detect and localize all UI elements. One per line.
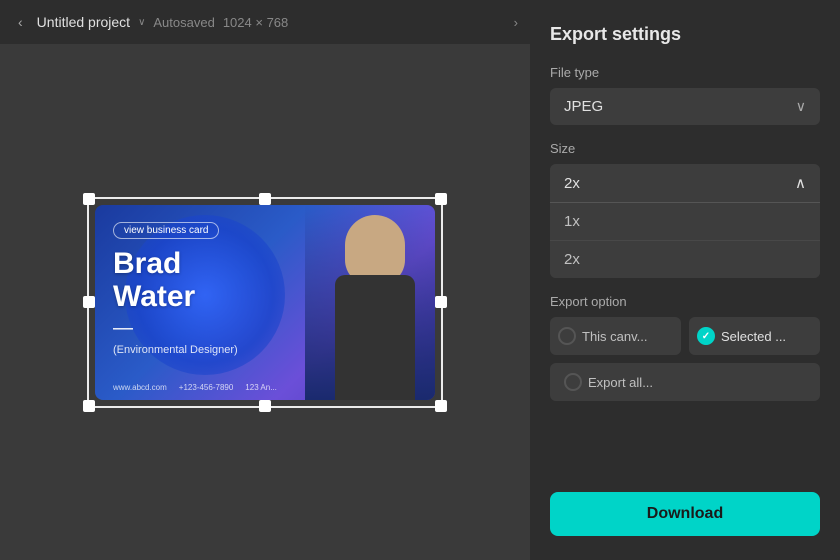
- card-phone: +123-456-7890: [179, 383, 234, 392]
- size-dropdown[interactable]: 2x ∧ 1x 2x: [550, 164, 820, 278]
- size-options-list: 1x 2x: [550, 202, 820, 278]
- panel-title: Export settings: [550, 24, 820, 45]
- handle-top-right[interactable]: [435, 193, 447, 205]
- card-text-area: view business card Brad Water — (Environ…: [113, 220, 238, 356]
- file-type-chevron-icon: ∨: [796, 98, 806, 115]
- person-silhouette: [315, 215, 435, 400]
- forward-button[interactable]: ›: [514, 15, 518, 30]
- selected-label: Selected ...: [721, 329, 786, 344]
- export-options-grid: This canv... Selected ...: [550, 317, 820, 355]
- download-button[interactable]: Download: [550, 492, 820, 536]
- size-selected-row[interactable]: 2x ∧: [550, 164, 820, 202]
- handle-top-middle[interactable]: [259, 193, 271, 205]
- this-canvas-button[interactable]: This canv...: [550, 317, 681, 355]
- card-name-line1: Brad Water: [113, 247, 238, 313]
- canvas-area: ‹ Untitled project ∨ Autosaved 1024 × 76…: [0, 0, 530, 560]
- size-current-value: 2x: [564, 175, 580, 192]
- top-bar: ‹ Untitled project ∨ Autosaved 1024 × 76…: [0, 0, 530, 44]
- project-title: Untitled project: [37, 14, 130, 30]
- person-body: [335, 275, 415, 400]
- handle-bottom-middle[interactable]: [259, 400, 271, 412]
- this-canvas-check: [558, 327, 576, 345]
- card-dash: —: [113, 317, 238, 340]
- export-option-label: Export option: [550, 294, 820, 309]
- card-address: 123 An...: [245, 383, 277, 392]
- card-tag: view business card: [113, 222, 219, 239]
- card-subtitle: (Environmental Designer): [113, 344, 238, 356]
- file-type-dropdown[interactable]: JPEG ∨: [550, 88, 820, 125]
- selected-check: [697, 327, 715, 345]
- card-wrapper[interactable]: view business card Brad Water — (Environ…: [95, 205, 435, 400]
- export-all-label: Export all...: [588, 375, 653, 390]
- canvas-content: view business card Brad Water — (Environ…: [0, 44, 530, 560]
- card-footer: www.abcd.com +123-456-7890 123 An...: [113, 383, 425, 392]
- resolution-label: 1024 × 768: [223, 15, 288, 30]
- handle-bottom-right[interactable]: [435, 400, 447, 412]
- autosaved-label: Autosaved: [153, 15, 214, 30]
- handle-top-left[interactable]: [83, 193, 95, 205]
- handle-middle-right[interactable]: [435, 296, 447, 308]
- handle-middle-left[interactable]: [83, 296, 95, 308]
- size-label: Size: [550, 141, 820, 156]
- this-canvas-label: This canv...: [582, 329, 648, 344]
- handle-bottom-left[interactable]: [83, 400, 95, 412]
- size-chevron-icon: ∧: [795, 174, 806, 192]
- file-type-label: File type: [550, 65, 820, 80]
- card-person-area: [305, 205, 435, 400]
- size-option-1x[interactable]: 1x: [550, 203, 820, 240]
- size-option-2x[interactable]: 2x: [550, 240, 820, 278]
- selected-button[interactable]: Selected ...: [689, 317, 820, 355]
- export-panel: Export settings File type JPEG ∨ Size 2x…: [530, 0, 840, 560]
- card-website: www.abcd.com: [113, 383, 167, 392]
- export-all-check: [564, 373, 582, 391]
- business-card: view business card Brad Water — (Environ…: [95, 205, 435, 400]
- project-chevron-icon: ∨: [138, 17, 145, 28]
- file-type-value: JPEG: [564, 98, 603, 115]
- export-all-button[interactable]: Export all...: [550, 363, 820, 401]
- back-button[interactable]: ‹: [12, 10, 29, 34]
